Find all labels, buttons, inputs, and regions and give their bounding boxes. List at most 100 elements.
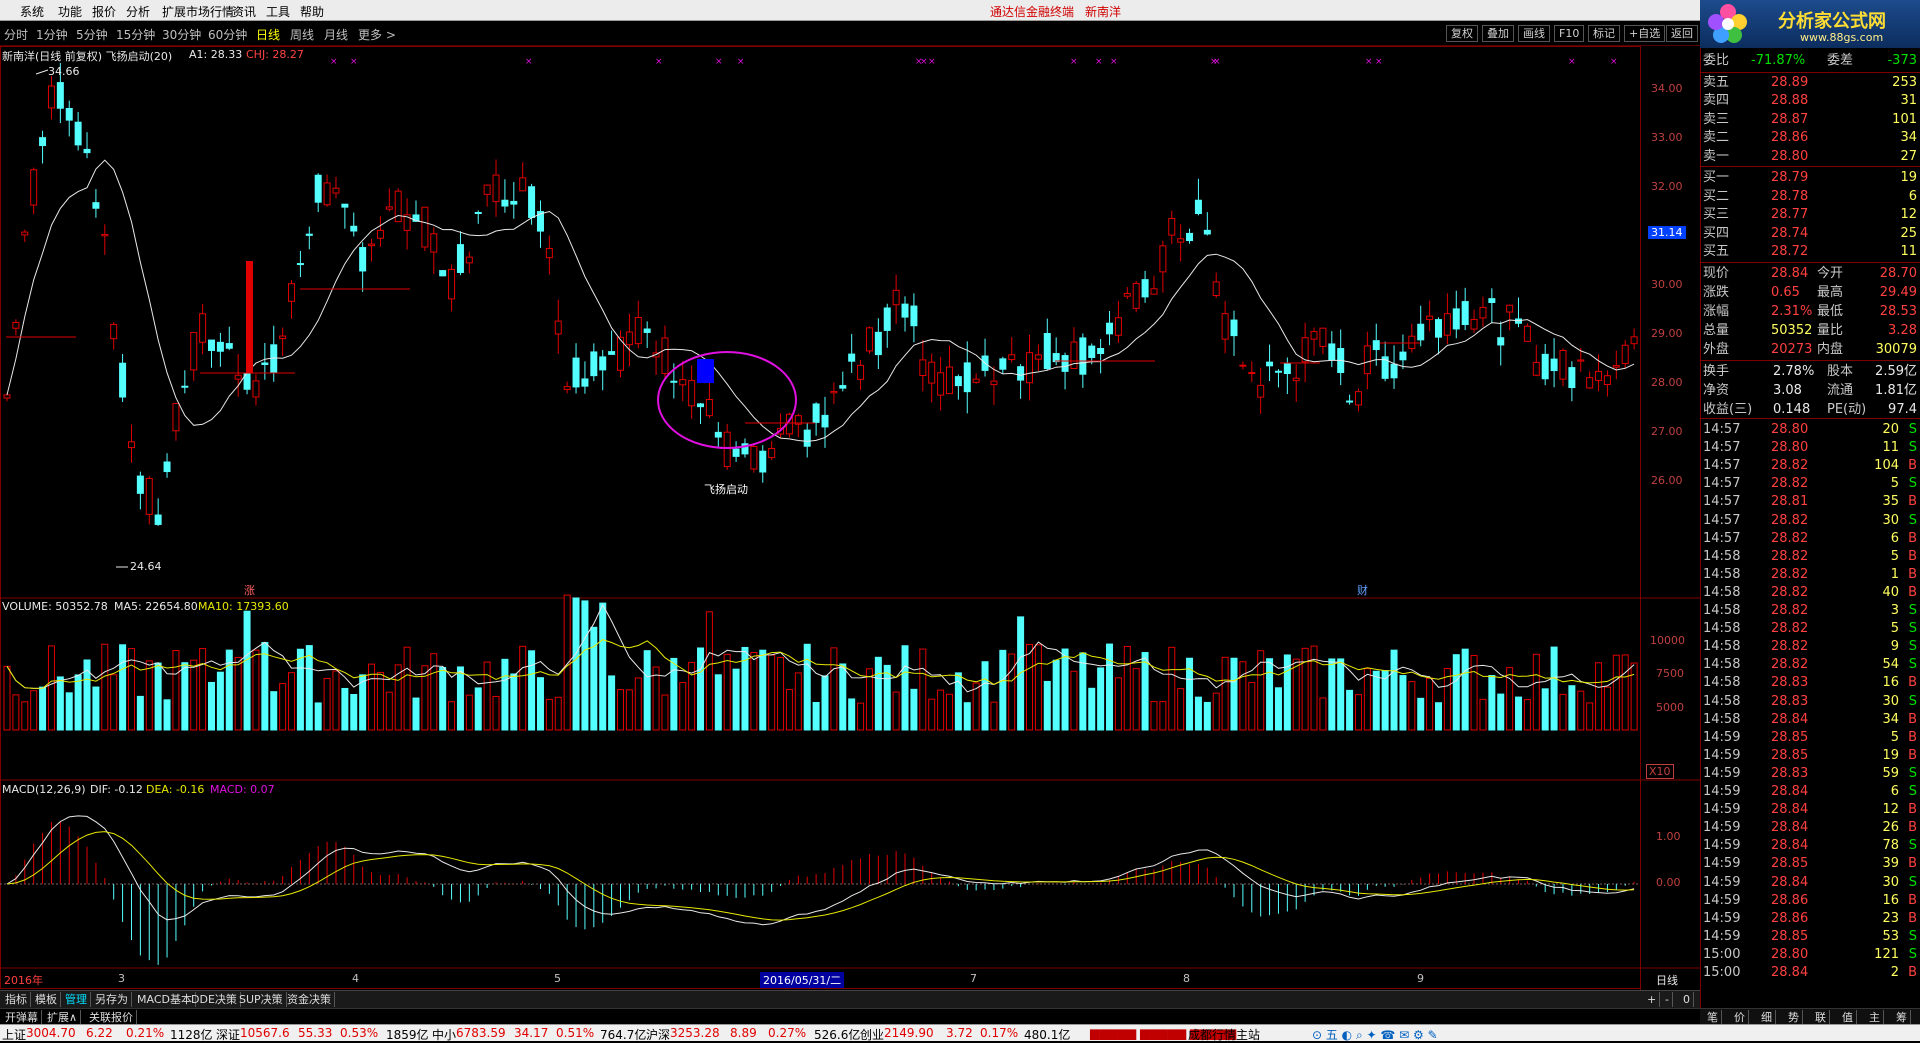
volume-bar [937, 689, 945, 731]
candle-body [1612, 365, 1620, 368]
tick-time: 14:59 [1703, 784, 1741, 799]
tab-macd-basic[interactable]: MACD基本 [134, 992, 196, 1007]
candle-body [359, 247, 367, 272]
candle-body [1177, 238, 1185, 243]
rp-tab[interactable]: 联 [1812, 1010, 1830, 1025]
tick-price: 28.81 [1771, 494, 1809, 510]
menu-system[interactable]: 系统 [20, 3, 44, 20]
tab-template[interactable]: 模板 [32, 992, 61, 1007]
restore-rights-button[interactable]: 复权 [1446, 25, 1478, 42]
period-60min[interactable]: 60分钟 [208, 26, 247, 43]
candle-body [1132, 282, 1140, 309]
rp-tab[interactable]: 价 [1731, 1010, 1749, 1025]
menu-function[interactable]: 功能 [58, 3, 82, 20]
macd-dif-line [6, 815, 1635, 926]
period-indicator[interactable]: 日线 [1656, 972, 1678, 988]
f10-button[interactable]: F10 [1554, 25, 1585, 42]
index-name[interactable]: 中小 [432, 1026, 456, 1043]
zoom-out-button[interactable]: - [1662, 992, 1673, 1007]
volume-bar [1203, 701, 1211, 731]
chart-area[interactable]: × × × × × × × × × × × × × × × × × × 新南洋(日线 前复权) 飞扬启动(20) … [0, 46, 1700, 990]
index-name[interactable]: 深证 [216, 1026, 240, 1043]
menu-quote[interactable]: 报价 [92, 3, 116, 20]
rp-tab[interactable]: 值 [1839, 1010, 1857, 1025]
quote-row: 14:59 28.84 26 B [1701, 819, 1920, 837]
volume-bar [945, 693, 953, 731]
candle-body [448, 268, 456, 300]
menu-help[interactable]: 帮助 [300, 3, 324, 20]
tab-fund[interactable]: 资金决策 [284, 992, 335, 1007]
rp-tab[interactable]: 主 [1866, 1010, 1884, 1025]
candle-body [545, 247, 553, 259]
related-quote-toggle[interactable]: 关联报价 [86, 1010, 137, 1025]
candle-body [1159, 245, 1167, 273]
volume-bar [1221, 656, 1229, 731]
expand-toggle[interactable]: 扩展∧ [44, 1010, 82, 1025]
tick-volume: 30 [1882, 693, 1899, 709]
volume-bar [563, 594, 571, 731]
macd-dea-line [6, 831, 1635, 921]
stat-label: 净资 [1703, 383, 1730, 398]
candle-body [1443, 313, 1451, 336]
candle-body [314, 174, 322, 203]
rp-tab[interactable]: 细 [1758, 1010, 1776, 1025]
period-more[interactable]: 更多 > [358, 26, 396, 43]
kline-chart-svg[interactable]: × × × × × × ×× × × × × ×× × × × × [0, 46, 1700, 990]
period-30min[interactable]: 30分钟 [162, 26, 201, 43]
back-button[interactable]: 返回 [1666, 25, 1698, 42]
period-daily[interactable]: 日线 [256, 26, 280, 43]
candle-body [1150, 288, 1158, 295]
volume-bar [625, 689, 633, 731]
volume-bar [47, 645, 55, 731]
tab-indicator[interactable]: 指标 [2, 992, 31, 1007]
tick-price: 28.84 [1771, 820, 1809, 836]
volume-bar [492, 695, 500, 731]
draw-line-button[interactable]: 画线 [1518, 25, 1550, 42]
reset-button[interactable]: 0 [1680, 992, 1694, 1007]
stat-label: 内盘 [1817, 342, 1844, 357]
zoom-in-button[interactable]: + [1644, 992, 1661, 1007]
tab-manage[interactable]: 管理 [62, 992, 91, 1007]
index-name[interactable]: 上证 [2, 1026, 26, 1043]
period-intraday[interactable]: 分时 [4, 26, 28, 43]
menu-news[interactable]: 资讯 [232, 3, 256, 20]
chj-value: CHJ: 28.27 [246, 48, 304, 61]
tab-sup[interactable]: SUP决策 [236, 992, 287, 1007]
quote-row: 14:58 28.82 3 S [1701, 602, 1920, 620]
volume-bar [243, 610, 251, 731]
menu-tools[interactable]: 工具 [266, 3, 290, 20]
menu-extended-market[interactable]: 扩展市场行情 [162, 3, 234, 20]
volume-bar [883, 664, 891, 731]
tab-dde[interactable]: DDE决策 [188, 992, 241, 1007]
add-watchlist-button[interactable]: +自选 [1624, 25, 1666, 42]
order-volume: 6 [1908, 188, 1917, 204]
period-5min[interactable]: 5分钟 [76, 26, 108, 43]
menu-analysis[interactable]: 分析 [126, 3, 150, 20]
stat-label: 涨幅 [1703, 304, 1730, 319]
tick-side: B [1908, 965, 1917, 980]
tab-save-as[interactable]: 另存为 [92, 992, 132, 1007]
index-name[interactable]: 沪深 [646, 1026, 670, 1043]
period-1min[interactable]: 1分钟 [36, 26, 68, 43]
danmaku-toggle[interactable]: 开弹幕 [2, 1010, 42, 1025]
candle-body [279, 335, 287, 340]
rp-tab[interactable]: 笔 [1704, 1010, 1722, 1025]
order-price: 28.74 [1771, 225, 1809, 241]
stat-value: 3.08 [1773, 383, 1802, 398]
rp-tab[interactable]: 筹 [1893, 1010, 1911, 1025]
overlay-button[interactable]: 叠加 [1482, 25, 1514, 42]
period-15min[interactable]: 15分钟 [116, 26, 155, 43]
rp-tab[interactable]: 势 [1785, 1010, 1803, 1025]
server-name[interactable]: 成都行情主站 [1188, 1026, 1260, 1043]
candle-body [848, 353, 856, 362]
status-tool-icons[interactable]: ⊙ 五 ◐ ⌕ ✦ ☎ ✉ ⚙ ✎ [1312, 1026, 1438, 1043]
mark-button[interactable]: 标记 [1588, 25, 1620, 42]
candle-body [688, 380, 696, 407]
marker-x-icon: × [1110, 57, 1118, 67]
index-name[interactable]: 创业 [860, 1026, 884, 1043]
volume-bar [1515, 696, 1523, 731]
period-weekly[interactable]: 周线 [290, 26, 314, 43]
order-level: 卖五 [1703, 75, 1730, 90]
tick-time: 14:57 [1703, 530, 1741, 546]
period-monthly[interactable]: 月线 [324, 26, 348, 43]
